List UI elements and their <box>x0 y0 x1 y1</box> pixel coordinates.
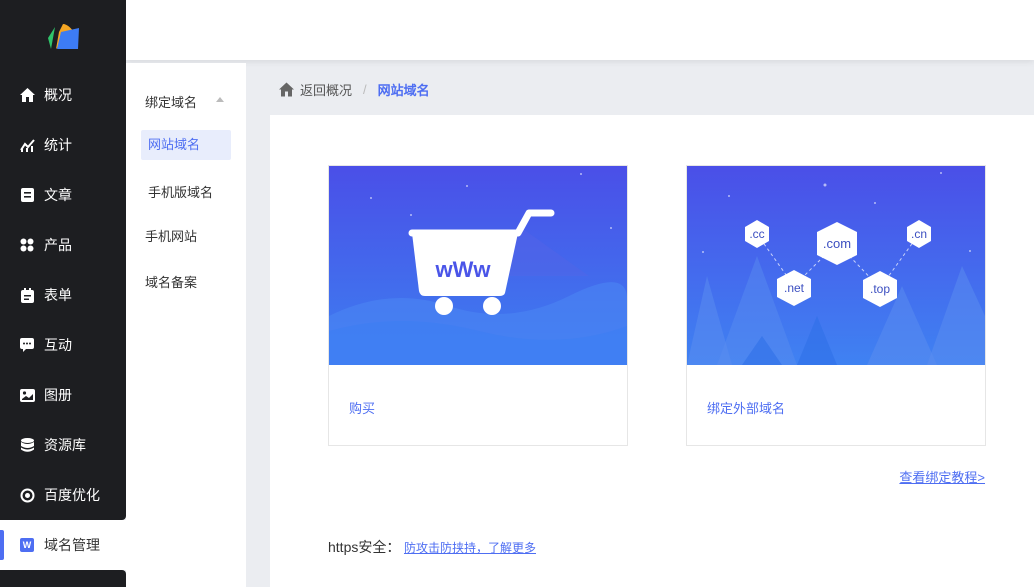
home-icon <box>19 87 35 103</box>
submenu-item-mobile-domain[interactable]: 手机版域名 <box>148 182 213 201</box>
buy-domain-card[interactable]: wWw 购买 <box>328 165 628 446</box>
binding-tutorial-link[interactable]: 查看绑定教程> <box>899 467 985 486</box>
submenu-item-site-domain[interactable]: 网站域名 <box>141 130 231 160</box>
sidebar-item-articles[interactable]: 文章 <box>0 170 126 220</box>
article-icon <box>19 187 35 203</box>
sidebar-item-label: 资源库 <box>44 437 86 453</box>
buy-banner-image: wWw <box>329 166 627 365</box>
svg-text:.net: .net <box>784 281 805 295</box>
breadcrumb-separator: / <box>363 82 367 97</box>
domain-badge: W <box>20 538 34 552</box>
domain-icon: W <box>19 537 35 553</box>
seo-icon <box>19 487 35 503</box>
sidebar-item-label: 域名管理 <box>44 537 100 553</box>
breadcrumb-current: 网站域名 <box>377 83 430 98</box>
sidebar-item-seo[interactable]: 百度优化 <box>0 470 126 520</box>
sidebar-item-gallery[interactable]: 图册 <box>0 370 126 420</box>
www-banner-text: wWw <box>435 257 492 282</box>
sidebar-item-label: 图册 <box>44 387 72 403</box>
submenu-item-mobile-site[interactable]: 手机网站 <box>145 226 197 245</box>
active-indicator <box>0 530 4 560</box>
home-icon[interactable] <box>279 82 294 97</box>
buy-card-label[interactable]: 购买 <box>349 398 375 417</box>
bind-banner-image: .cc .com .cn .net .top <box>687 166 985 365</box>
form-icon <box>19 287 35 303</box>
sidebar-item-label: 互动 <box>44 337 72 353</box>
sidebar-item-forms[interactable]: 表单 <box>0 270 126 320</box>
https-security-row: https安全： 防攻击防挟持，了解更多 <box>328 537 536 557</box>
sidebar-item-stats[interactable]: 统计 <box>0 120 126 170</box>
top-header <box>126 0 1034 60</box>
database-icon <box>19 437 35 453</box>
sidebar-item-label: 统计 <box>44 137 72 153</box>
sidebar-item-overview[interactable]: 概况 <box>0 70 126 120</box>
sidebar-item-label: 表单 <box>44 287 72 303</box>
breadcrumb-back-link[interactable]: 返回概况 <box>300 80 352 99</box>
sidebar-item-label: 文章 <box>44 187 72 203</box>
sidebar: 概况 统计 文章 产品 表单 互动 图册 资源库 百度优化 W 域名管理 <box>0 0 126 587</box>
stats-icon <box>19 137 35 153</box>
svg-text:.com: .com <box>823 236 851 251</box>
brand-logo-icon[interactable] <box>45 18 81 54</box>
product-icon <box>19 237 35 253</box>
svg-text:.cc: .cc <box>749 227 764 241</box>
sidebar-item-resources[interactable]: 资源库 <box>0 420 126 470</box>
sidebar-panel-bottom <box>0 570 126 587</box>
breadcrumb: 返回概况 / 网站域名 <box>279 80 430 99</box>
sidebar-item-domains[interactable]: W 域名管理 <box>0 520 126 570</box>
main-content: wWw 购买 .cc .com .cn .net .top 绑定外部域名 查看绑… <box>270 115 1034 587</box>
https-learn-more-link[interactable]: 防攻击防挟持，了解更多 <box>404 541 536 555</box>
https-label: https安全： <box>328 539 401 555</box>
submenu-group-bind-domain[interactable]: 绑定域名 <box>145 92 197 111</box>
svg-text:.cn: .cn <box>911 227 927 241</box>
submenu-item-domain-filing[interactable]: 域名备案 <box>145 272 197 291</box>
gallery-icon <box>19 387 35 403</box>
sidebar-item-label: 产品 <box>44 237 72 253</box>
chat-icon <box>19 337 35 353</box>
collapse-caret-icon[interactable] <box>216 97 224 102</box>
bind-external-domain-card[interactable]: .cc .com .cn .net .top 绑定外部域名 <box>686 165 986 446</box>
sidebar-item-label: 百度优化 <box>44 487 100 503</box>
sidebar-item-label: 概况 <box>44 87 72 103</box>
sidebar-item-products[interactable]: 产品 <box>0 220 126 270</box>
sidebar-item-interaction[interactable]: 互动 <box>0 320 126 370</box>
svg-text:.top: .top <box>870 282 890 296</box>
bind-card-label[interactable]: 绑定外部域名 <box>707 398 785 417</box>
